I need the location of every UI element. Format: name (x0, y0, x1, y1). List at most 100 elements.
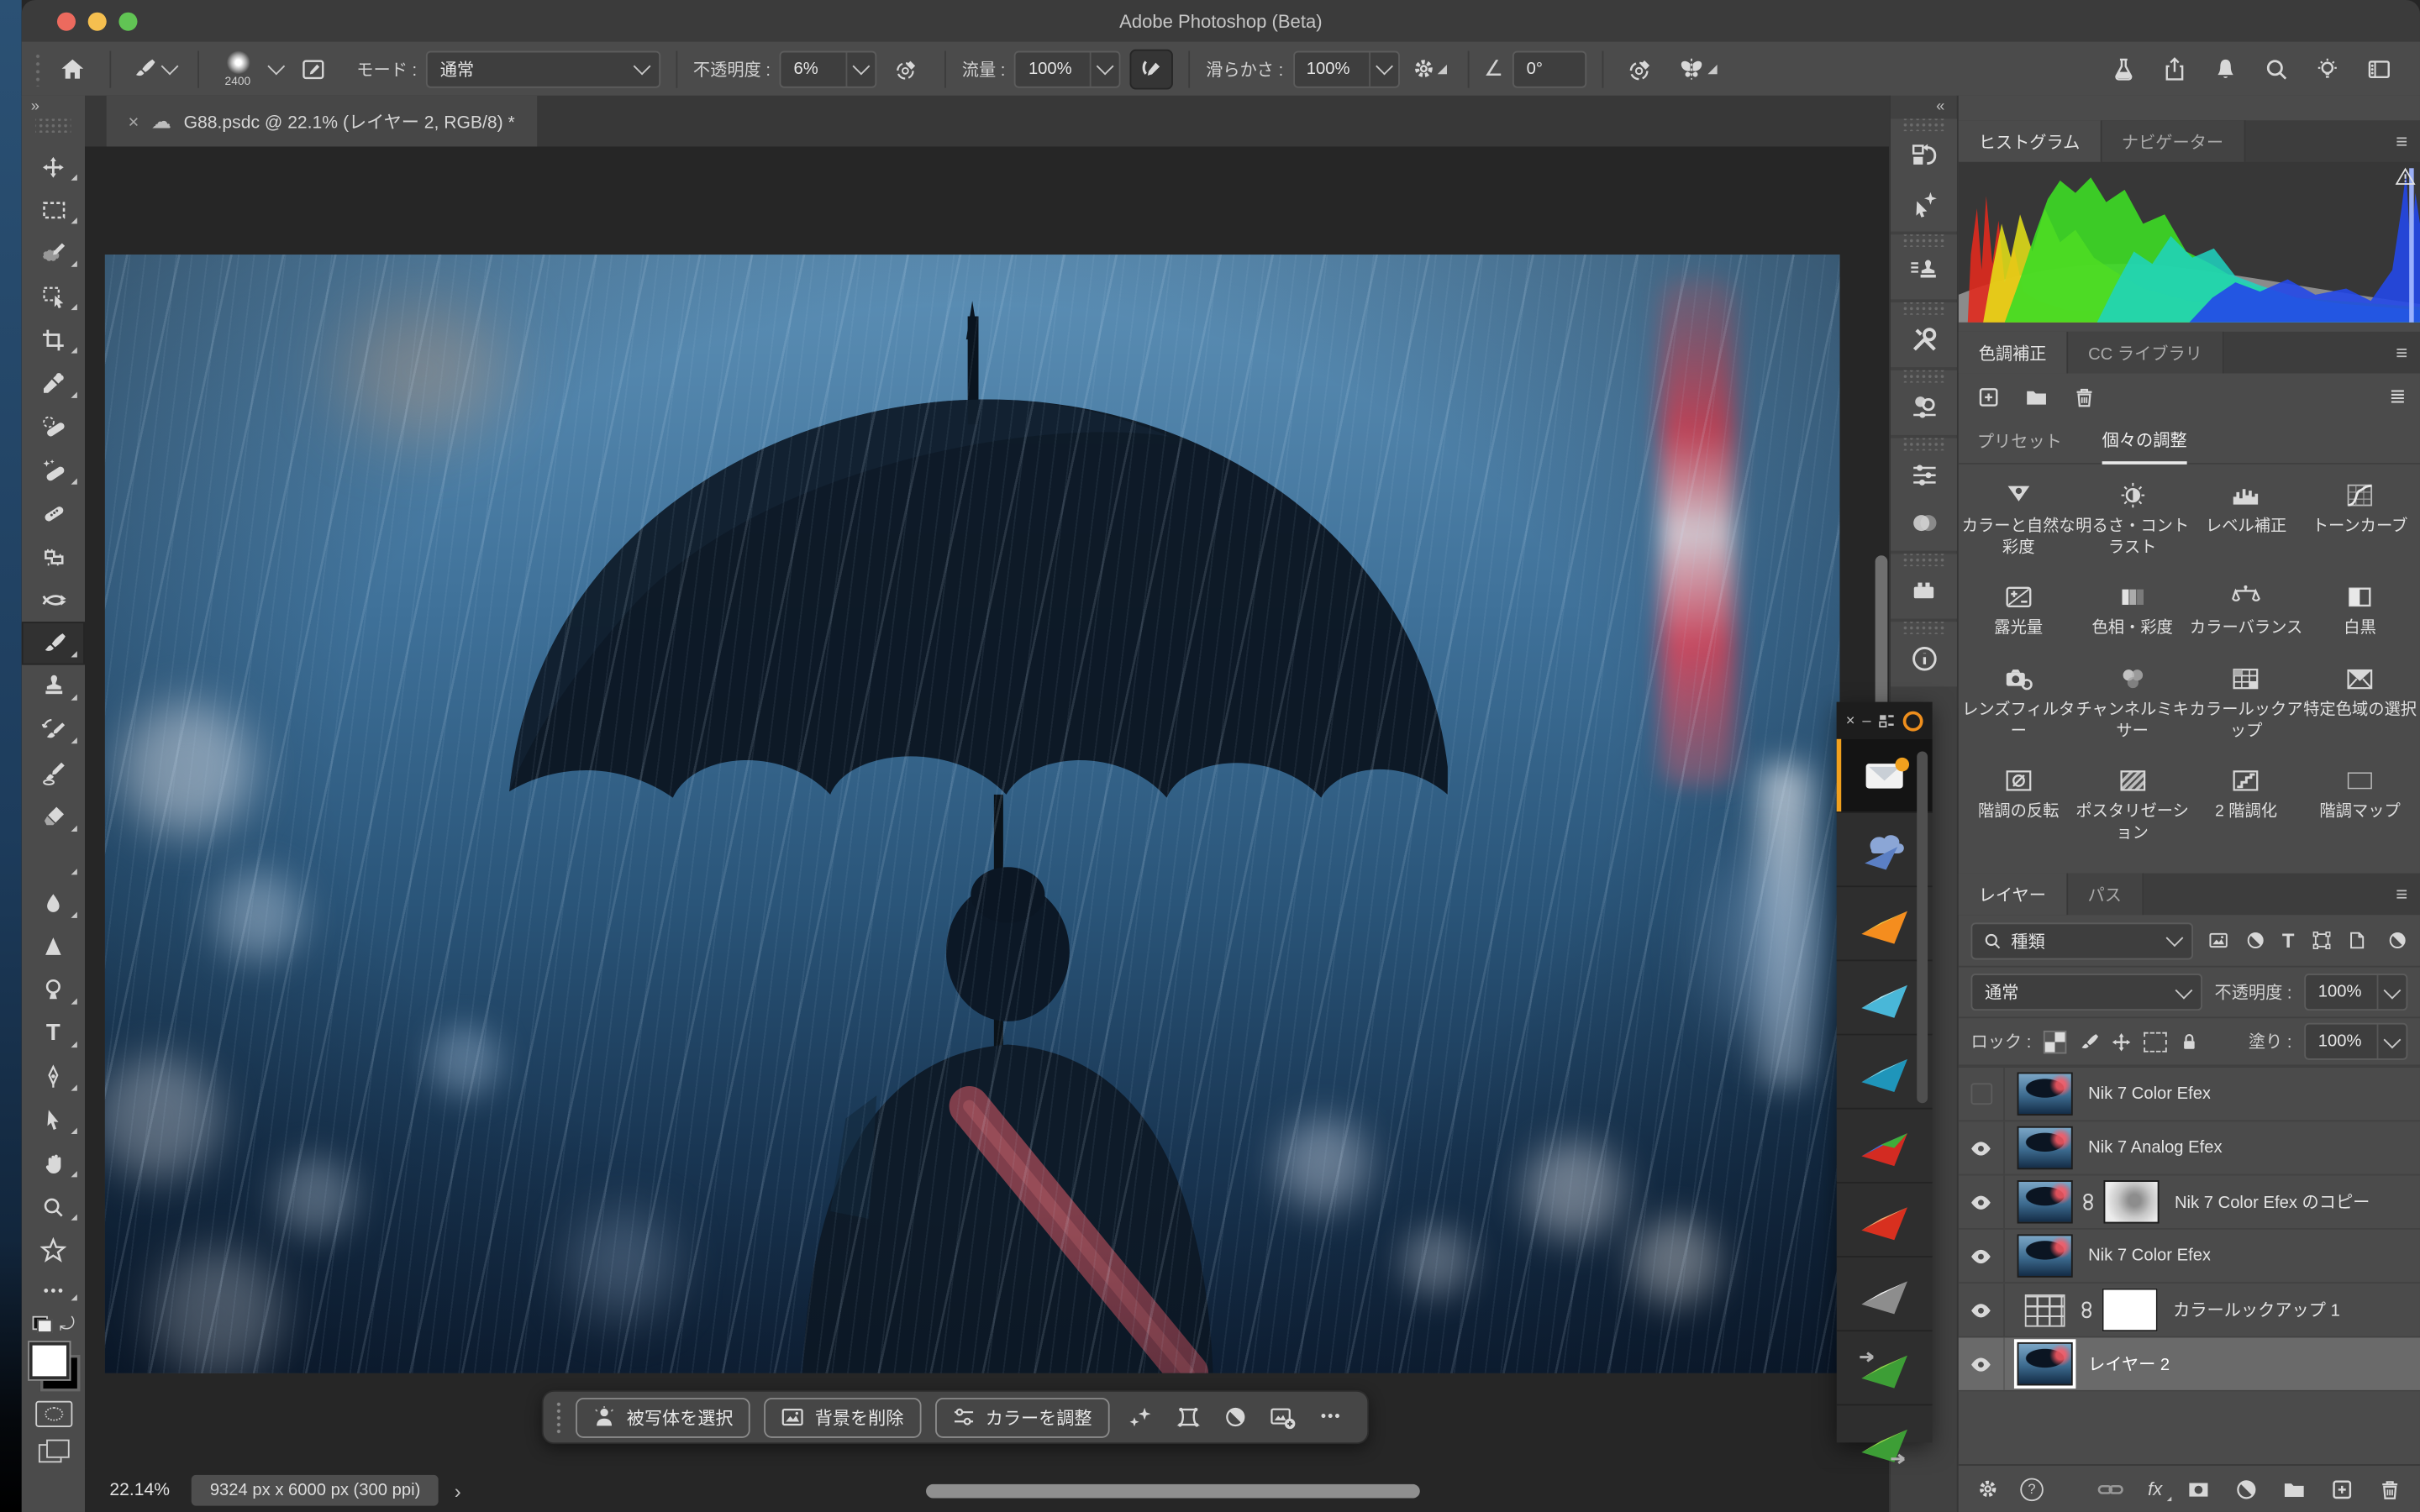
tablet-size-button[interactable] (1619, 49, 1662, 89)
mask-link-icon[interactable] (2077, 1299, 2096, 1321)
transform-warp-button[interactable] (1171, 1404, 1204, 1429)
more-options-button[interactable]: ••• (1314, 1409, 1348, 1425)
layer-name[interactable]: Nik 7 Color Efex (2088, 1247, 2211, 1266)
new-adjustment-layer-icon[interactable] (2235, 1478, 2259, 1501)
panel-adjustments[interactable] (1891, 383, 1957, 431)
adj-photo-filter[interactable]: レンズフィルター (1961, 664, 2075, 743)
delete-layer-trash-icon[interactable] (2378, 1478, 2402, 1501)
brush-angle-input[interactable]: 0° (1512, 50, 1586, 87)
adj-color-balance[interactable]: カラーバランス (2189, 582, 2302, 640)
panel-info[interactable] (1891, 634, 1957, 682)
adj-brightness-contrast[interactable]: 明るさ・コントラスト (2075, 480, 2189, 559)
search-icon[interactable] (2264, 56, 2288, 81)
document-info[interactable]: 9324 px x 6000 px (300 ppi) (192, 1475, 439, 1506)
panel-customization[interactable] (1891, 315, 1957, 363)
tool-path-selection[interactable] (22, 1099, 85, 1142)
tool-brush[interactable] (22, 622, 85, 665)
tool-eyedropper[interactable] (22, 362, 85, 406)
layer-row[interactable]: Nik 7 Color Efex (1959, 1068, 2420, 1122)
tool-dodge[interactable] (22, 969, 85, 1012)
layer-name[interactable]: Nik 7 Analog Efex (2088, 1139, 2223, 1158)
layer-effects-icon[interactable]: fx (2148, 1478, 2162, 1500)
tool-type[interactable]: T (22, 1012, 85, 1056)
smoothing-dropdown[interactable] (1368, 52, 1397, 86)
filter-type-layers-icon[interactable]: T (2282, 930, 2295, 953)
subtab-single-adjustments[interactable]: 個々の調整 (2102, 428, 2187, 465)
nik-plugin-presharpener[interactable] (1837, 1331, 1933, 1405)
expand-tools-button[interactable]: » (22, 96, 85, 119)
tool-gradient[interactable] (22, 838, 85, 882)
layer-thumbnail[interactable] (2018, 1073, 2073, 1116)
smoothing-options-button[interactable]: ◢ (1408, 49, 1451, 89)
tool-pen[interactable] (22, 1055, 85, 1099)
link-layers-icon[interactable] (2096, 1478, 2123, 1501)
layer-visibility-toggle[interactable] (1959, 1122, 2005, 1174)
panel-discover[interactable] (1891, 179, 1957, 227)
tool-spot-healing[interactable] (22, 449, 85, 492)
collapse-dock-button[interactable]: « (1891, 96, 1957, 119)
layer-mask-thumbnail[interactable] (2103, 1181, 2159, 1224)
nik-minimize-icon[interactable]: – (1862, 712, 1870, 729)
histogram-warning-icon[interactable] (2396, 166, 2416, 186)
status-chevron-icon[interactable]: › (455, 1479, 461, 1503)
filter-toggle-icon[interactable] (2388, 930, 2408, 953)
blend-mode-select[interactable]: 通常 (426, 50, 660, 87)
adj-curves[interactable]: トーンカーブ (2303, 480, 2417, 559)
nik-plugin-color-efex[interactable] (1837, 1110, 1933, 1184)
tool-healing-brush[interactable] (22, 491, 85, 535)
opacity-dropdown[interactable] (846, 52, 876, 86)
workspace-icon[interactable] (2366, 56, 2392, 81)
layer-name[interactable]: カラールックアップ 1 (2173, 1299, 2340, 1323)
tool-content-aware-move[interactable] (22, 579, 85, 622)
layer-thumbnail[interactable] (2018, 1235, 2073, 1278)
add-adjustment-icon[interactable] (1977, 385, 2001, 408)
adj-gradient-map[interactable]: 階調マップ (2303, 765, 2417, 844)
layer-fill-input[interactable]: 100% (2304, 1024, 2407, 1061)
close-tab-icon[interactable]: × (128, 110, 139, 132)
tool-blur[interactable] (22, 882, 85, 926)
layer-visibility-toggle[interactable] (1959, 1284, 2005, 1336)
nik-layout-icon[interactable] (1879, 712, 1896, 729)
adj-exposure[interactable]: 露光量 (1961, 582, 2075, 640)
adj-posterize[interactable]: ポスタリゼーション (2075, 765, 2189, 844)
panel-menu-icon[interactable]: ≡ (2396, 332, 2407, 374)
symmetry-button[interactable]: ◢ (1671, 49, 1723, 89)
layer-blend-mode-select[interactable]: 通常 (1971, 974, 2202, 1011)
adj-hue-saturation[interactable]: 色相・彩度 (2075, 582, 2189, 640)
gear-icon[interactable] (1977, 1478, 1999, 1500)
layer-row[interactable]: Nik 7 Analog Efex (1959, 1122, 2420, 1176)
adj-color-lookup[interactable]: カラールックアップ (2189, 664, 2302, 743)
panel-tool-presets[interactable] (1891, 247, 1957, 295)
discover-lightbulb-icon[interactable] (2315, 56, 2339, 81)
add-image-button[interactable] (1266, 1404, 1300, 1429)
layer-fill-dropdown[interactable] (2377, 1025, 2407, 1058)
layer-name[interactable]: Nik 7 Color Efex (2088, 1085, 2211, 1104)
layer-thumbnail[interactable] (2018, 1181, 2073, 1224)
subtab-presets[interactable]: プリセット (1977, 429, 2062, 463)
zoom-level[interactable]: 22.14% (109, 1481, 170, 1499)
nik-plugin-output-sharpener[interactable] (1837, 1405, 1933, 1478)
edit-toolbar-button[interactable] (22, 1272, 85, 1309)
tool-object-selection[interactable] (22, 275, 85, 318)
notifications-bell-icon[interactable] (2213, 56, 2238, 81)
canvas-area[interactable]: 被写体を選択 背景を削除 カラーを調整 ••• (85, 146, 1891, 1468)
lock-artboard-icon[interactable] (2144, 1032, 2167, 1053)
tool-history-brush[interactable] (22, 708, 85, 752)
trash-icon[interactable] (2073, 385, 2096, 408)
tab-navigator[interactable]: ナビゲーター (2102, 120, 2245, 162)
default-colors-button[interactable] (32, 1316, 52, 1333)
home-button[interactable] (51, 49, 94, 89)
airbrush-toggle-button[interactable] (1130, 49, 1173, 89)
panel-history[interactable] (1891, 131, 1957, 179)
tool-zoom[interactable] (22, 1185, 85, 1229)
tool-crop[interactable] (22, 318, 85, 362)
layer-visibility-toggle[interactable] (1959, 1176, 2005, 1228)
layer-mask-thumbnail[interactable] (2102, 1289, 2158, 1332)
help-icon[interactable]: ? (2020, 1478, 2044, 1501)
nik-scrollbar[interactable] (1917, 751, 1928, 1103)
document-tab[interactable]: × ☁ G88.psdc @ 22.1% (レイヤー 2, RGB/8) * (107, 96, 537, 147)
tool-hand[interactable] (22, 1142, 85, 1185)
adj-selective-color[interactable]: 特定色域の選択 (2303, 664, 2417, 743)
lock-paint-icon[interactable] (2079, 1032, 2099, 1053)
screen-mode-button[interactable] (38, 1440, 69, 1462)
